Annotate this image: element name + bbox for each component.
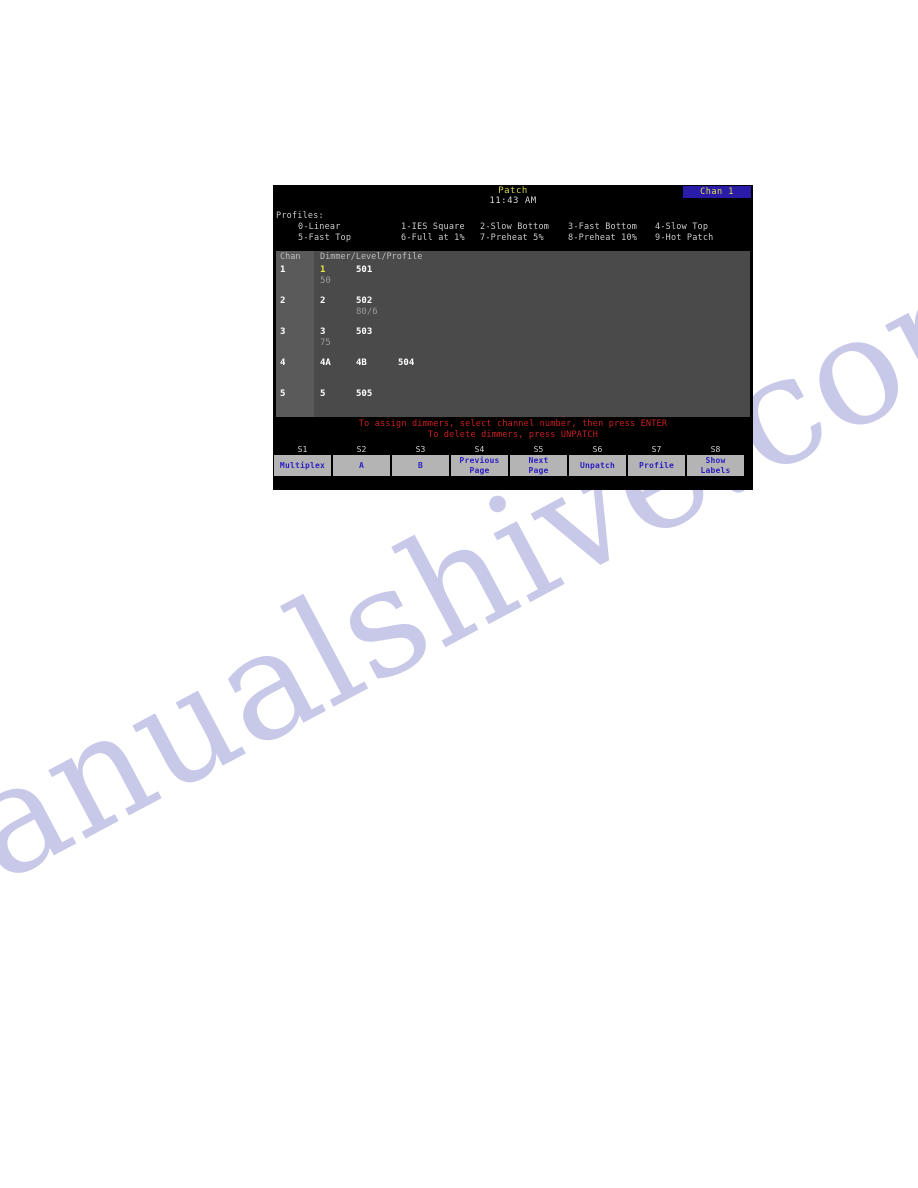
softkey-label: Show (705, 455, 726, 465)
softkey-id-s7: S7 (651, 445, 662, 454)
softkey-label: Unpatch (579, 460, 616, 470)
softkey-label: Labels (700, 465, 731, 475)
softkey-s3-b[interactable]: B (392, 455, 449, 476)
profile-item: 5-Fast Top (298, 233, 352, 243)
patch-table-body: Chan Dimmer/Level/Profile 1 1 501 50 2 2… (276, 251, 750, 417)
profile-item: 3-Fast Bottom (568, 222, 638, 232)
softkey-label: Next (528, 455, 549, 465)
softkey-label: Previous (459, 455, 500, 465)
row-channel-number: 4 (280, 358, 286, 368)
prompt-line-delete: To delete dimmers, press UNPATCH (427, 430, 599, 440)
status-badge-channel: Chan 1 (683, 186, 751, 198)
dimmer-cell[interactable]: 4B (356, 358, 367, 368)
profiles-legend: Profiles: 0-Linear 1-IES Square 2-Slow B… (273, 211, 753, 251)
softkey-label: A (358, 460, 365, 470)
softkey-label: Page (469, 465, 490, 475)
dimmer-cell[interactable]: 503 (356, 327, 372, 337)
softkey-id-s3: S3 (415, 445, 426, 454)
softkey-s2-a[interactable]: A (333, 455, 390, 476)
softkey-label: Page (528, 465, 549, 475)
row-channel-number: 1 (280, 265, 286, 275)
softkey-s5-next-page[interactable]: Next Page (510, 455, 567, 476)
table-row[interactable]: 3 3 503 75 (276, 327, 750, 358)
column-header-dimmer: Dimmer/Level/Profile (320, 252, 423, 262)
row-channel-number: 3 (280, 327, 286, 337)
dimmer-cell[interactable]: 504 (398, 358, 414, 368)
table-row[interactable]: 4 4A 4B 504 (276, 358, 750, 389)
row-channel-number: 5 (280, 389, 286, 399)
softkey-s4-previous-page[interactable]: Previous Page (451, 455, 508, 476)
profile-item: 4-Slow Top (655, 222, 709, 232)
dimmer-cell[interactable]: 505 (356, 389, 372, 399)
softkey-s6-unpatch[interactable]: Unpatch (569, 455, 626, 476)
dimmer-cell[interactable]: 5 (320, 389, 325, 399)
table-row[interactable]: 5 5 505 (276, 389, 750, 420)
dimmer-cell[interactable]: 4A (320, 358, 331, 368)
dimmer-cell[interactable]: 502 (356, 296, 372, 306)
prompt-line-assign: To assign dimmers, select channel number… (358, 419, 668, 429)
softkey-id-s2: S2 (356, 445, 367, 454)
level-cell: 75 (320, 338, 331, 348)
softkey-id-s6: S6 (592, 445, 603, 454)
dimmer-cell[interactable]: 501 (356, 265, 372, 275)
profile-item: 7-Preheat 5% (480, 233, 544, 243)
softkey-s7-profile[interactable]: Profile (628, 455, 685, 476)
profiles-row: 0-Linear 1-IES Square 2-Slow Bottom 3-Fa… (273, 222, 753, 233)
profile-item: 6-Full at 1% (401, 233, 465, 243)
level-cell: 50 (320, 276, 331, 286)
softkey-label: Profile (638, 460, 675, 470)
table-row[interactable]: 1 1 501 50 (276, 265, 750, 296)
dimmer-cell[interactable]: 1 (320, 265, 325, 275)
softkey-label: Multiplex (279, 460, 326, 470)
softkey-s8-show-labels[interactable]: Show Labels (687, 455, 744, 476)
softkey-id-s4: S4 (474, 445, 485, 454)
softkey-id-s1: S1 (297, 445, 308, 454)
softkey-id-s5: S5 (533, 445, 544, 454)
profile-item: 9-Hot Patch (655, 233, 714, 243)
prompt-area: To assign dimmers, select channel number… (273, 417, 753, 445)
profile-item: 1-IES Square (401, 222, 465, 232)
profile-item: 2-Slow Bottom (480, 222, 550, 232)
profile-item: 8-Preheat 10% (568, 233, 638, 243)
softkey-id-s8: S8 (710, 445, 721, 454)
profile-item: 0-Linear (298, 222, 341, 232)
dimmer-cell[interactable]: 2 (320, 296, 325, 306)
softkey-label: B (417, 460, 424, 470)
patch-table: Chan Dimmer/Level/Profile 1 1 501 50 2 2… (276, 251, 750, 417)
table-row[interactable]: 2 2 502 80/6 (276, 296, 750, 327)
softkey-s1-multiplex[interactable]: Multiplex (274, 455, 331, 476)
profiles-row: 5-Fast Top 6-Full at 1% 7-Preheat 5% 8-P… (273, 233, 753, 244)
row-channel-number: 2 (280, 296, 286, 306)
column-header-channel: Chan (280, 252, 301, 262)
page-watermark: manualshive.com (0, 0, 918, 1188)
page-title: Patch (498, 186, 528, 196)
console-screen: Patch 11:43 AM Chan 1 Profiles: 0-Linear… (273, 185, 753, 490)
level-cell: 80/6 (356, 307, 378, 317)
clock: 11:43 AM (489, 196, 537, 206)
title-bar: Patch 11:43 AM Chan 1 (273, 185, 753, 211)
profiles-heading: Profiles: (276, 211, 324, 221)
dimmer-cell[interactable]: 3 (320, 327, 325, 337)
softkey-bar: S1 Multiplex S2 A S3 B S4 Previous Page … (273, 445, 753, 486)
